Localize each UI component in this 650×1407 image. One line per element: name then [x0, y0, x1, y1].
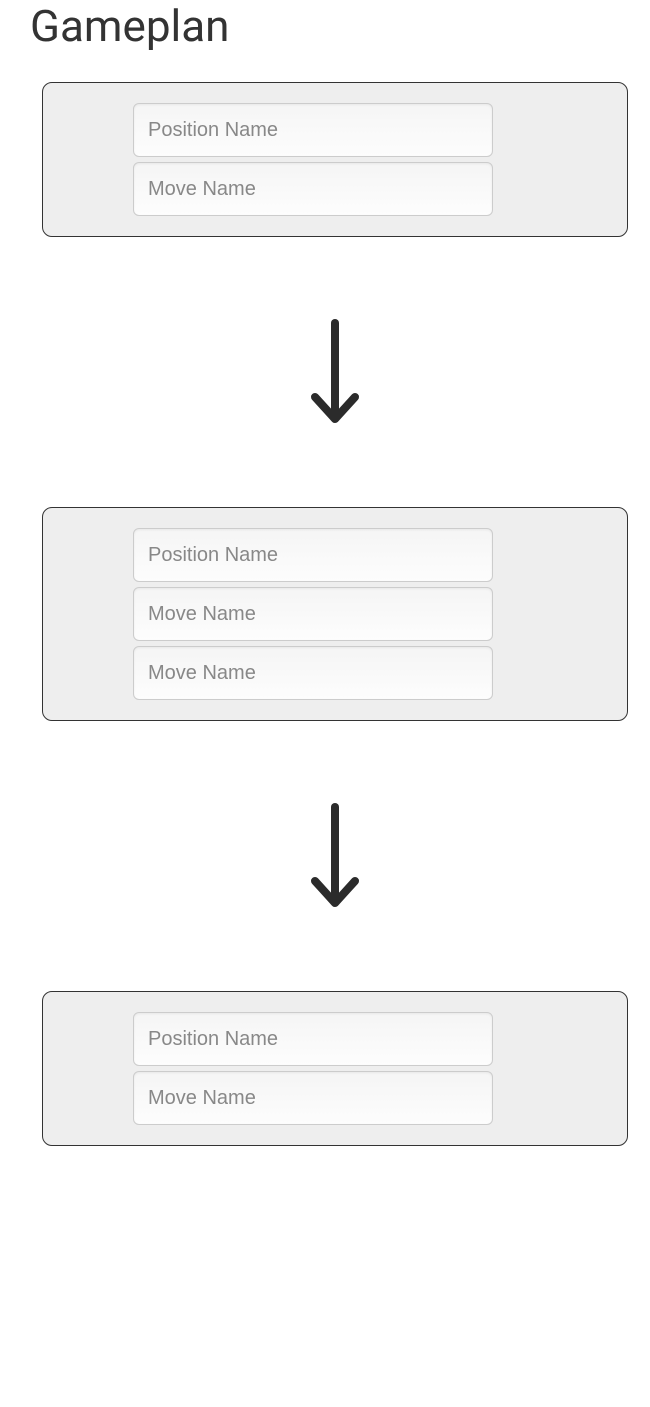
arrow-down-container: [30, 237, 640, 507]
position-name-input[interactable]: [133, 528, 493, 582]
card-inputs: [133, 1012, 493, 1125]
gameplan-card: [42, 82, 628, 237]
position-name-input[interactable]: [133, 1012, 493, 1066]
gameplan-card: [42, 991, 628, 1146]
card-spacer: [63, 103, 133, 216]
move-name-input[interactable]: [133, 646, 493, 700]
move-name-input[interactable]: [133, 162, 493, 216]
card-spacer: [63, 528, 133, 700]
page-title: Gameplan: [30, 0, 640, 52]
arrow-down-icon: [307, 801, 363, 911]
gameplan-card: [42, 507, 628, 721]
position-name-input[interactable]: [133, 103, 493, 157]
card-spacer: [63, 1012, 133, 1125]
move-name-input[interactable]: [133, 587, 493, 641]
move-name-input[interactable]: [133, 1071, 493, 1125]
card-inputs: [133, 528, 493, 700]
arrow-down-container: [30, 721, 640, 991]
arrow-down-icon: [307, 317, 363, 427]
card-inputs: [133, 103, 493, 216]
